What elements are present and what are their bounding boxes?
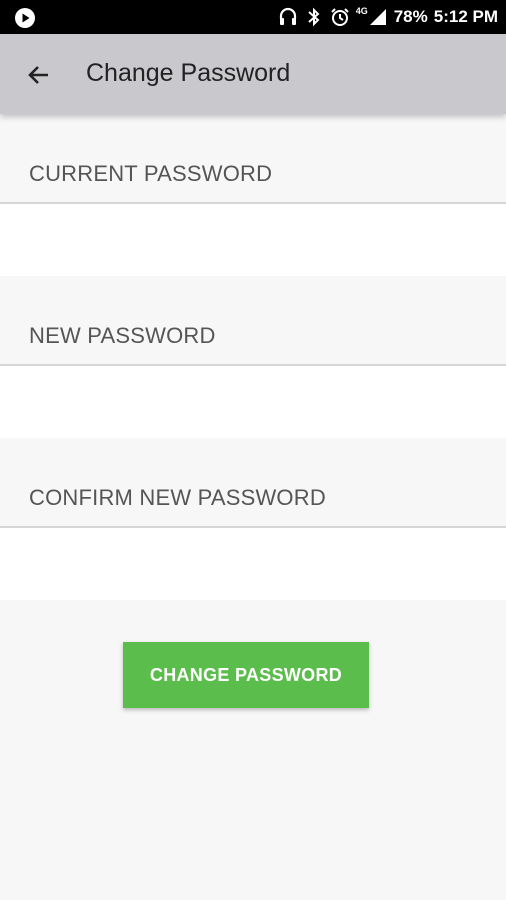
status-bar: 4G 78% 5:12 PM	[0, 0, 506, 34]
signal-icon	[368, 7, 388, 27]
battery-level: 78%	[393, 7, 428, 26]
new-password-label: NEW PASSWORD	[29, 323, 216, 348]
app-bar: Change Password	[0, 34, 506, 114]
current-password-input[interactable]	[0, 204, 506, 276]
confirm-password-label-row: CONFIRM NEW PASSWORD	[0, 438, 506, 528]
button-area: CHANGE PASSWORD	[0, 600, 506, 900]
network-type: 4G	[355, 6, 368, 16]
current-password-label-row: CURRENT PASSWORD	[0, 114, 506, 204]
change-password-form: CURRENT PASSWORD NEW PASSWORD CONFIRM NE…	[0, 114, 506, 600]
confirm-password-input[interactable]	[0, 528, 506, 600]
back-button[interactable]	[22, 58, 56, 92]
bluetooth-icon	[304, 7, 324, 27]
new-password-input[interactable]	[0, 366, 506, 438]
change-password-button[interactable]: CHANGE PASSWORD	[123, 642, 369, 708]
play-circle-icon	[14, 7, 36, 29]
alarm-icon	[330, 7, 350, 27]
headphones-icon	[278, 7, 298, 27]
arrow-left-icon	[28, 66, 48, 84]
clock: 5:12 PM	[433, 7, 498, 26]
confirm-password-label: CONFIRM NEW PASSWORD	[29, 485, 326, 510]
page-title: Change Password	[86, 59, 291, 87]
new-password-label-row: NEW PASSWORD	[0, 276, 506, 366]
current-password-label: CURRENT PASSWORD	[29, 161, 273, 186]
status-icons: 4G 78% 5:12 PM	[278, 0, 498, 34]
